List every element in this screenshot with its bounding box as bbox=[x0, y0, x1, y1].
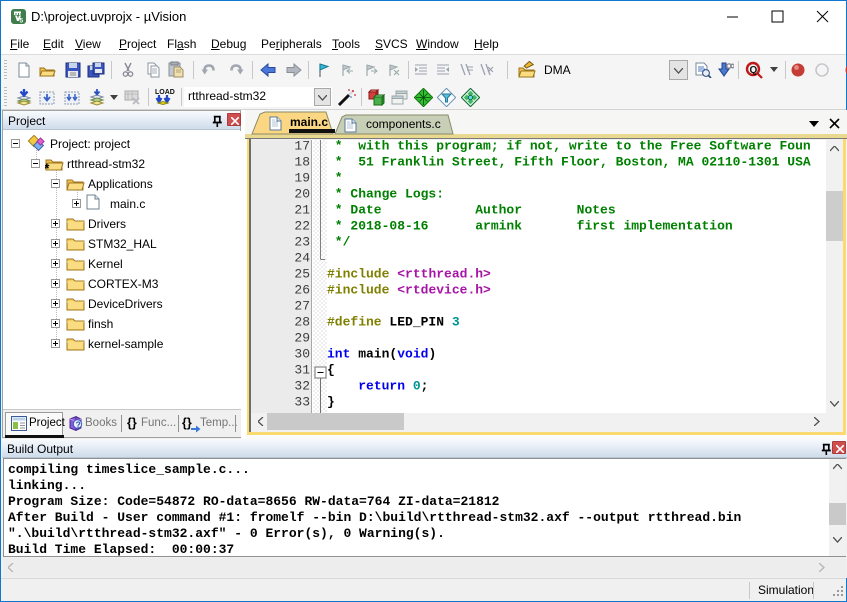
svg-text:LOAD: LOAD bbox=[155, 89, 175, 96]
svg-text:5: 5 bbox=[20, 18, 24, 25]
svg-text:?: ? bbox=[76, 419, 81, 429]
svg-text:*: * bbox=[45, 160, 50, 172]
svg-text:Q: Q bbox=[750, 65, 758, 76]
